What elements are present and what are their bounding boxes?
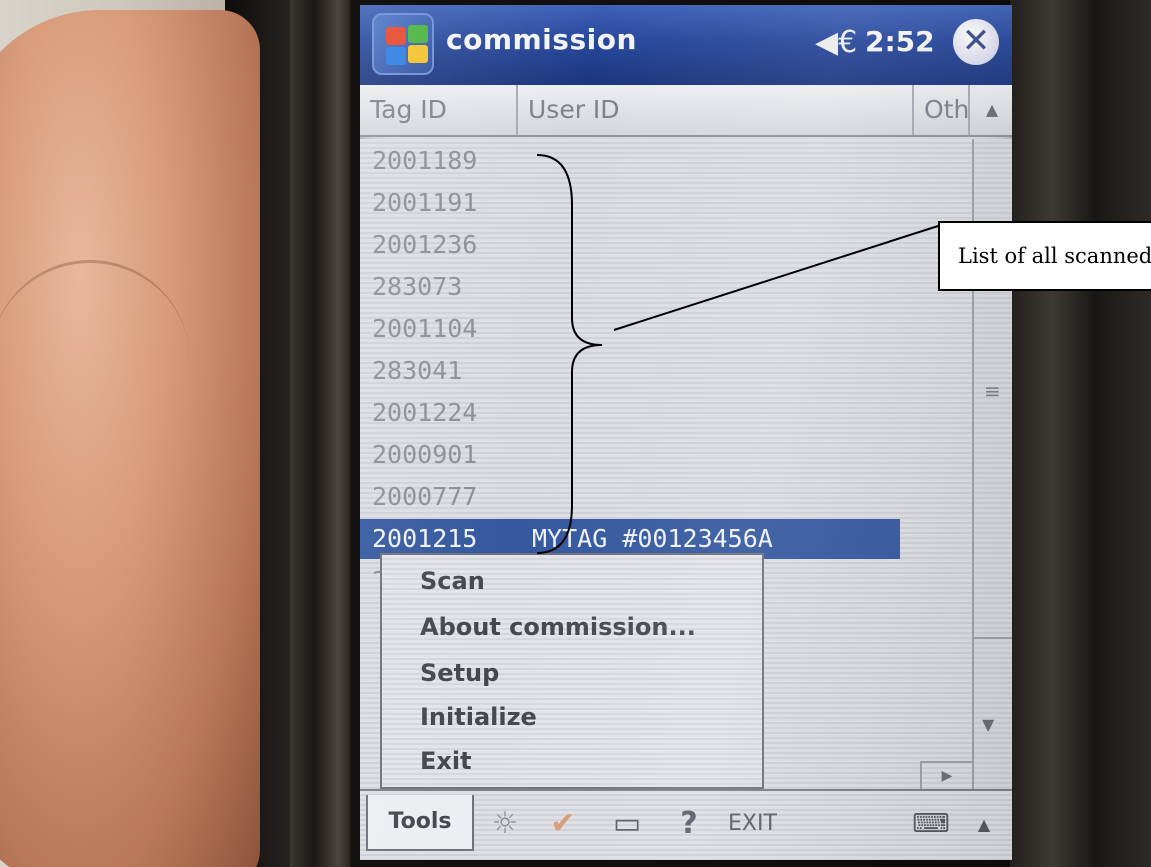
- callout-label: List of all scanned tags: [938, 221, 1151, 291]
- bracket-brace: [536, 154, 603, 554]
- annotation-overlay: [536, 154, 939, 554]
- callout-pointer-line: [613, 225, 939, 331]
